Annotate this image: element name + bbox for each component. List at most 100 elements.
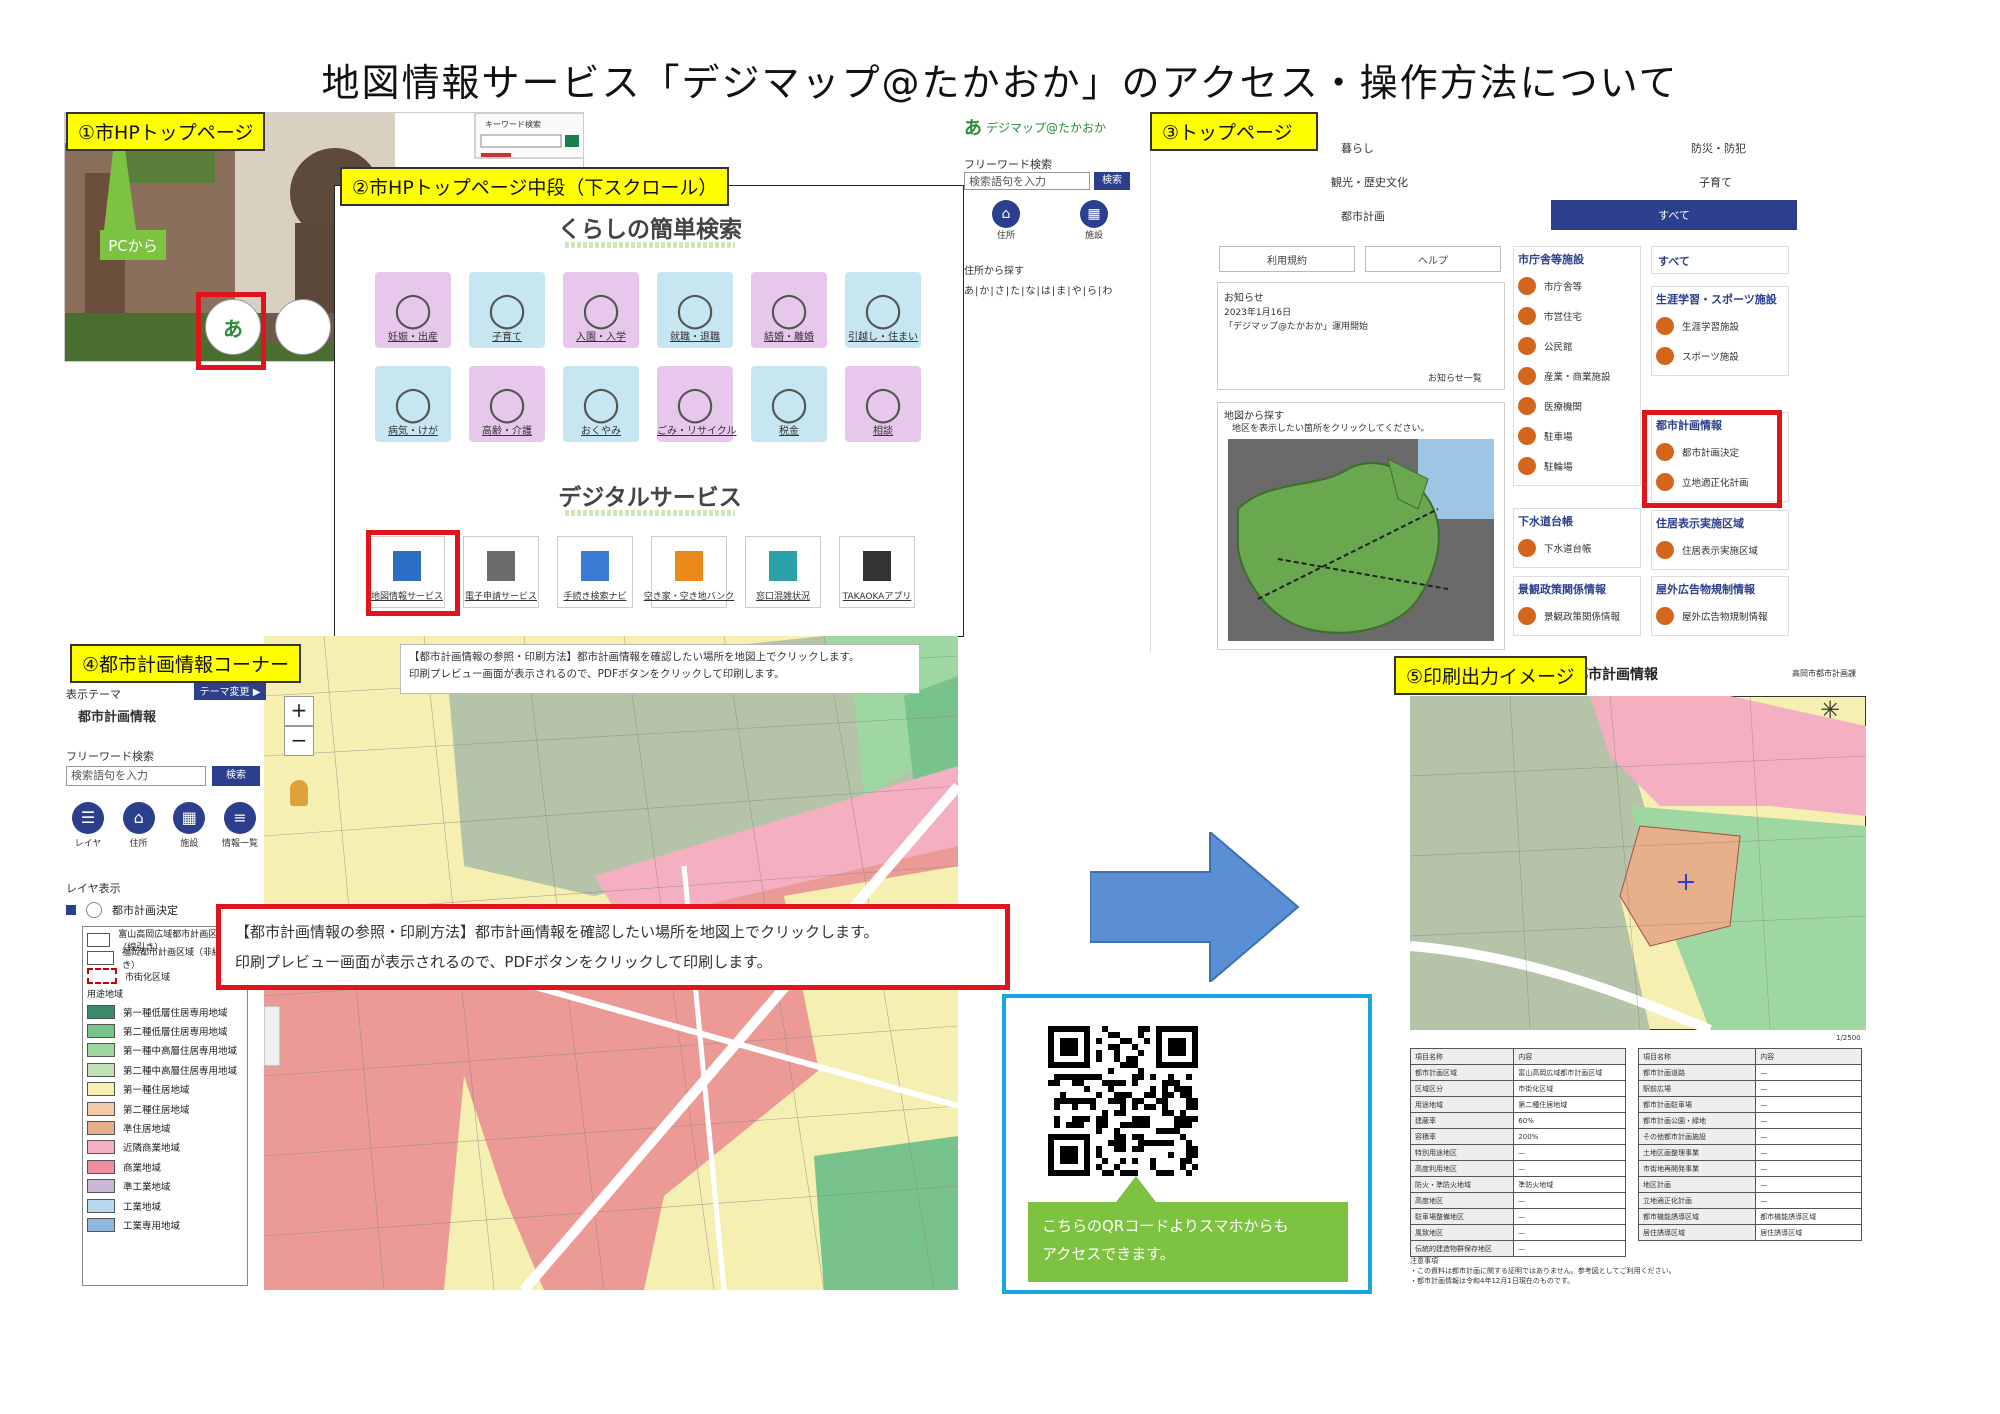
tab-kosodate[interactable]: 子育て <box>1699 174 1732 190</box>
sidebar-icon-button[interactable]: ⌂ 住所 <box>117 802 161 852</box>
usage-button[interactable]: 利用規約 <box>1219 246 1355 272</box>
tab-subete[interactable]: すべて <box>1551 200 1797 230</box>
zoom-out-button[interactable]: − <box>284 726 314 756</box>
section-item[interactable]: 市営住宅 <box>1518 301 1636 331</box>
other-entry-button[interactable] <box>275 299 331 355</box>
layer-item-row[interactable]: 都市計画決定 <box>66 902 178 918</box>
life-tile[interactable]: ◯ 就職・退職 <box>657 272 733 348</box>
address-section: 住居表示実施区域 住居表示実施区域 <box>1651 510 1789 570</box>
table-row: 高度利用地区 — <box>1409 1160 1626 1177</box>
freeword-search-button[interactable]: 検索 <box>1094 172 1130 190</box>
facility-icon <box>1656 347 1674 365</box>
section-title: 下水道台帳 <box>1518 515 1573 528</box>
life-tile[interactable]: ◯ 子育て <box>469 272 545 348</box>
freeword-input[interactable]: 検索語句を入力 <box>964 172 1090 190</box>
life-tile-label: ごみ・リサイクル <box>657 426 737 437</box>
step2-label: ②市HPトップページ中段（下スクロール） <box>340 167 730 206</box>
digital-underline <box>565 510 735 516</box>
step5-document: 都市計画情報 高岡市都市計画課 ✳ 1/2500 項目名称 内容 都市計画区域 富山高… <box>1400 660 1880 1290</box>
legend-swatch <box>87 1062 115 1077</box>
section-item[interactable]: 産業・商業施設 <box>1518 361 1636 391</box>
life-tile[interactable]: ◯ 病気・けが <box>375 366 451 442</box>
note-title: 注意事項 <box>1410 1257 1438 1265</box>
qr-code[interactable] <box>1048 1026 1198 1176</box>
digital-tile-icon <box>487 550 515 581</box>
digital-tile[interactable]: 手続き検索ナビ <box>557 536 633 608</box>
section-item[interactable]: 下水道台帳 <box>1518 533 1636 563</box>
tab-bosai[interactable]: 防災・防犯 <box>1691 140 1746 156</box>
freeword-input[interactable]: 検索語句を入力 <box>66 766 206 786</box>
tab-toshikeikaku[interactable]: 都市計画 <box>1341 208 1385 224</box>
section-item[interactable]: 住居表示実施区域 <box>1656 535 1784 565</box>
life-tile[interactable]: ◯ ごみ・リサイクル <box>657 366 737 442</box>
legend-swatch <box>87 1159 115 1174</box>
freeword-search-button[interactable]: 検索 <box>212 766 260 786</box>
sidebar-icon-button[interactable]: ≡ 情報一覧 <box>218 802 262 852</box>
life-search-heading: くらしの簡単検索 <box>558 217 742 243</box>
help-button[interactable]: ヘルプ <box>1365 246 1501 272</box>
table-row: 伝統的建造物群保存地区 — <box>1409 1240 1626 1257</box>
section-item[interactable]: 市庁舎等 <box>1518 271 1636 301</box>
life-tile[interactable]: ◯ 入園・入学 <box>563 272 639 348</box>
kana-index[interactable]: あ|か|さ|た|な|は|ま|や|ら|わ <box>964 282 1113 297</box>
pc-callout: PCから <box>100 230 166 260</box>
notice-more-link[interactable]: お知らせ一覧 <box>1428 371 1482 384</box>
sidebar-glyph-icon: ≡ <box>223 802 256 834</box>
life-tile[interactable]: ◯ 結婚・離婚 <box>751 272 827 348</box>
address-button[interactable]: ⌂ 住所 <box>986 200 1026 241</box>
life-tile[interactable]: ◯ 相談 <box>845 366 921 442</box>
facility-section: 市庁舎等施設 市庁舎等 市営住宅 公民館 産業・商業施設 医療機関 駐車場 駐輪場 <box>1513 246 1641 486</box>
table-row: 都市計画道路 — <box>1637 1064 1862 1081</box>
tab-kurashi[interactable]: 暮らし <box>1341 140 1374 156</box>
district-map[interactable] <box>1228 439 1494 641</box>
table-row: 都市機能誘導区域 都市機能誘導区域 <box>1637 1208 1862 1225</box>
section-item[interactable]: 生涯学習施設 <box>1656 311 1784 341</box>
layer-checkbox[interactable] <box>66 905 76 915</box>
notice-text[interactable]: 「デジマップ@たかおか」運用開始 <box>1224 319 1368 332</box>
note-line2: ・都市計画情報は令和4年12月1日現在のものです。 <box>1410 1277 1575 1285</box>
theme-change-button[interactable]: テーマ変更 ▶ <box>194 680 266 700</box>
digital-tile[interactable]: 窓口混雑状況 <box>745 536 821 608</box>
facility-icon <box>1518 397 1536 415</box>
facility-icon <box>1518 277 1536 295</box>
tile-glyph-icon: ◯ <box>581 384 621 424</box>
life-tile[interactable]: ◯ 引越し・住まい <box>845 272 921 348</box>
category-all[interactable]: すべて <box>1651 246 1789 274</box>
streetview-person-icon[interactable] <box>290 780 308 806</box>
section-item[interactable]: スポーツ施設 <box>1656 341 1784 371</box>
section-item[interactable]: 公民館 <box>1518 331 1636 361</box>
digital-tile[interactable]: 電子申請サービス <box>463 536 539 608</box>
section-item[interactable]: 屋外広告物規制情報 <box>1656 601 1784 631</box>
freeword-label: フリーワード検索 <box>66 750 154 763</box>
facility-icon <box>1518 307 1536 325</box>
legend-row: 第一種中高層住居専用地域 <box>87 1041 243 1060</box>
tile-glyph-icon: ◯ <box>487 384 527 424</box>
step1-label: ①市HPトップページ <box>66 112 266 151</box>
section-item[interactable]: 駐輪場 <box>1518 451 1636 481</box>
life-tile-label: おくやみ <box>581 426 621 437</box>
section-item[interactable]: 景観政策関係情報 <box>1518 601 1636 631</box>
zoom-in-button[interactable]: + <box>284 696 314 726</box>
digital-tile[interactable]: 空き家・空き地バンク <box>644 536 734 608</box>
life-tile[interactable]: ◯ 高齢・介護 <box>469 366 545 442</box>
sidebar-icon-button[interactable]: ☰ レイヤ <box>66 802 110 852</box>
facility-button[interactable]: ▦ 施設 <box>1074 200 1114 241</box>
digital-tile[interactable]: TAKAOKAアプリ <box>839 536 915 608</box>
tab-kanko[interactable]: 観光・歴史文化 <box>1331 174 1408 190</box>
print-map <box>1410 696 1866 1030</box>
section-item[interactable]: 医療機関 <box>1518 391 1636 421</box>
section-item[interactable]: 駐車場 <box>1518 421 1636 451</box>
life-tile-label: 病気・けが <box>388 426 438 437</box>
life-tile[interactable]: ◯ 妊娠・出産 <box>375 272 451 348</box>
life-tile[interactable]: ◯ おくやみ <box>563 366 639 442</box>
sewer-section: 下水道台帳 下水道台帳 <box>1513 508 1641 568</box>
life-tile[interactable]: ◯ 税金 <box>751 366 827 442</box>
note-line1: ・この資料は都市計画に関する証明ではありません。参考図としてご利用ください。 <box>1410 1267 1676 1275</box>
legend-row: 第二種中高層住居専用地域 <box>87 1060 243 1079</box>
digital-tile-icon <box>769 550 797 581</box>
layer-icon <box>86 902 102 918</box>
table-row: 居住誘導区域 居住誘導区域 <box>1637 1224 1862 1241</box>
sidebar-icon-button[interactable]: ▦ 施設 <box>167 802 211 852</box>
section-title: 景観政策関係情報 <box>1518 583 1606 596</box>
legend-row: 近隣商業地域 <box>87 1138 243 1157</box>
